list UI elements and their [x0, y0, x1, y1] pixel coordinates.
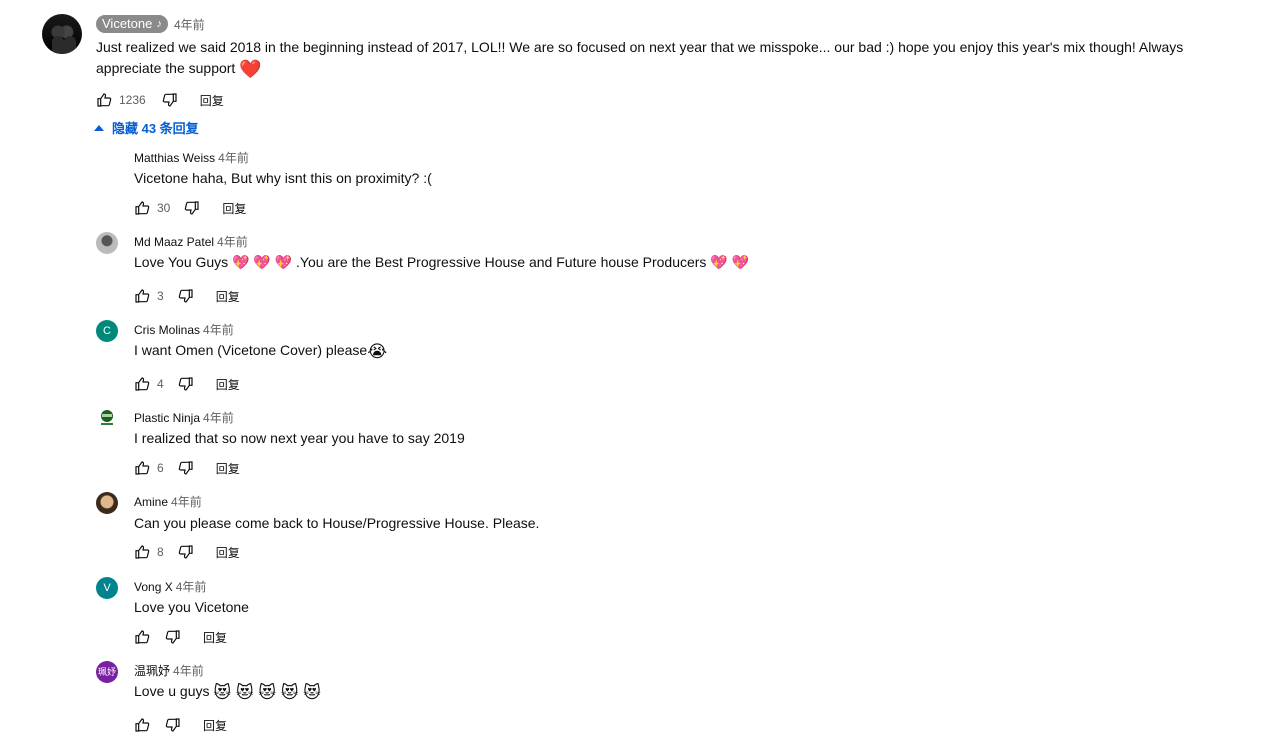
hide-replies-button[interactable]: 隐藏 43 条回复: [94, 118, 199, 137]
comment-time: 4年前: [174, 18, 205, 32]
chevron-up-icon: [94, 124, 104, 131]
reply-author-line: Cris Molinas 4年前: [134, 321, 234, 338]
like-icon[interactable]: [134, 200, 150, 216]
reply-time[interactable]: 4年前: [203, 411, 234, 425]
like-count: 4: [157, 377, 164, 391]
comment-author: Vicetone: [102, 16, 153, 31]
reply-author-line: Vong X 4年前: [134, 578, 206, 595]
crying-emoji: 😭: [367, 342, 388, 361]
like-icon[interactable]: [134, 629, 150, 645]
like-icon[interactable]: [134, 376, 150, 392]
reply-button[interactable]: 回复: [216, 544, 240, 561]
avatar-figure: [64, 36, 76, 54]
dislike-icon[interactable]: [165, 629, 181, 645]
reply-text: Love You Guys 💖 💖 💖 .You are the Best Pr…: [134, 254, 750, 270]
reply-time[interactable]: 4年前: [217, 235, 248, 249]
avatar[interactable]: [42, 14, 82, 54]
reply-actions: 回复: [134, 628, 227, 646]
reply-text: Can you please come back to House/Progre…: [134, 515, 540, 531]
comment-actions: 1236 回复: [96, 91, 224, 109]
avatar[interactable]: 珮妤: [96, 661, 118, 683]
reply-author[interactable]: Matthias Weiss: [134, 151, 215, 165]
reply-actions: 3 回复: [134, 287, 240, 305]
author-chip[interactable]: Vicetone ♪: [96, 15, 168, 33]
avatar[interactable]: [96, 232, 118, 254]
reply-author-line: Amine 4年前: [134, 493, 202, 510]
like-count: 6: [157, 461, 164, 475]
avatar-letter: M: [102, 153, 112, 165]
reply-text: I want Omen (Vicetone Cover) please😭: [134, 342, 387, 362]
reply-time[interactable]: 4年前: [171, 495, 202, 509]
avatar-letter: 珮妤: [97, 667, 116, 677]
dislike-icon[interactable]: [178, 376, 194, 392]
reply-text-body: I want Omen (Vicetone Cover) please: [134, 342, 368, 358]
reply-text-body: Love u guys: [134, 683, 210, 699]
like-icon[interactable]: [96, 92, 112, 108]
reply-actions: 6 回复: [134, 459, 240, 477]
reply-author[interactable]: 温珮妤: [134, 664, 170, 678]
dislike-icon[interactable]: [178, 544, 194, 560]
reply-author-line: Matthias Weiss 4年前: [134, 149, 249, 166]
reply-actions: 4 回复: [134, 375, 240, 393]
reply-time[interactable]: 4年前: [218, 151, 249, 165]
reply-actions: 回复: [134, 716, 227, 734]
reply-author-line: Plastic Ninja 4年前: [134, 409, 234, 426]
dislike-icon[interactable]: [178, 288, 194, 304]
like-count: 3: [157, 289, 164, 303]
reply-button[interactable]: 回复: [222, 200, 246, 217]
music-note-icon: ♪: [156, 18, 162, 30]
avatar[interactable]: M: [96, 148, 118, 170]
reply-text: I realized that so now next year you hav…: [134, 430, 465, 446]
like-count: 1236: [119, 93, 146, 107]
reply-button[interactable]: 回复: [203, 717, 227, 734]
reply-author-line: 温珮妤 4年前: [134, 662, 204, 679]
reply-author[interactable]: Cris Molinas: [134, 323, 200, 337]
reply-button[interactable]: 回复: [216, 460, 240, 477]
reply-author[interactable]: Vong X: [134, 580, 173, 594]
reply-time[interactable]: 4年前: [203, 323, 234, 337]
like-count: 8: [157, 545, 164, 559]
avatar[interactable]: V: [96, 577, 118, 599]
like-icon[interactable]: [134, 717, 150, 733]
reply-text: Vicetone haha, But why isnt this on prox…: [134, 170, 432, 186]
avatar[interactable]: [96, 406, 118, 428]
like-count: 30: [157, 201, 171, 215]
reply-time[interactable]: 4年前: [176, 580, 207, 594]
reply-actions: 30 回复: [134, 199, 246, 217]
reply-actions: 8 回复: [134, 543, 240, 561]
avatar[interactable]: C: [96, 320, 118, 342]
like-icon[interactable]: [134, 460, 150, 476]
reply-author-line: Md Maaz Patel 4年前: [134, 233, 248, 250]
like-icon[interactable]: [134, 288, 150, 304]
reply-text: Love you Vicetone: [134, 599, 249, 615]
avatar-letter: V: [103, 582, 111, 594]
avatar-figure: [52, 36, 64, 54]
avatar[interactable]: [96, 492, 118, 514]
heart-eyes-cat-emoji: 😻 😻 😻 😻 😻: [213, 683, 321, 702]
hide-replies-label: 隐藏 43 条回复: [112, 121, 199, 136]
reply-button[interactable]: 回复: [203, 629, 227, 646]
dislike-icon[interactable]: [162, 92, 178, 108]
reply-button[interactable]: 回复: [216, 376, 240, 393]
like-icon[interactable]: [134, 544, 150, 560]
heart-emoji: ❤️: [239, 59, 262, 79]
dislike-icon[interactable]: [165, 717, 181, 733]
reply-author[interactable]: Amine: [134, 495, 168, 509]
reply-author[interactable]: Plastic Ninja: [134, 411, 200, 425]
comment-text: Just realized we said 2018 in the beginn…: [96, 37, 1236, 80]
reply-time[interactable]: 4年前: [173, 664, 204, 678]
reply-author[interactable]: Md Maaz Patel: [134, 235, 214, 249]
reply-button[interactable]: 回复: [200, 92, 224, 109]
ninja-icon: [101, 410, 113, 425]
reply-text: Love u guys 😻 😻 😻 😻 😻: [134, 683, 321, 703]
dislike-icon[interactable]: [184, 200, 200, 216]
reply-button[interactable]: 回复: [216, 288, 240, 305]
avatar-letter: C: [103, 325, 111, 337]
dislike-icon[interactable]: [178, 460, 194, 476]
